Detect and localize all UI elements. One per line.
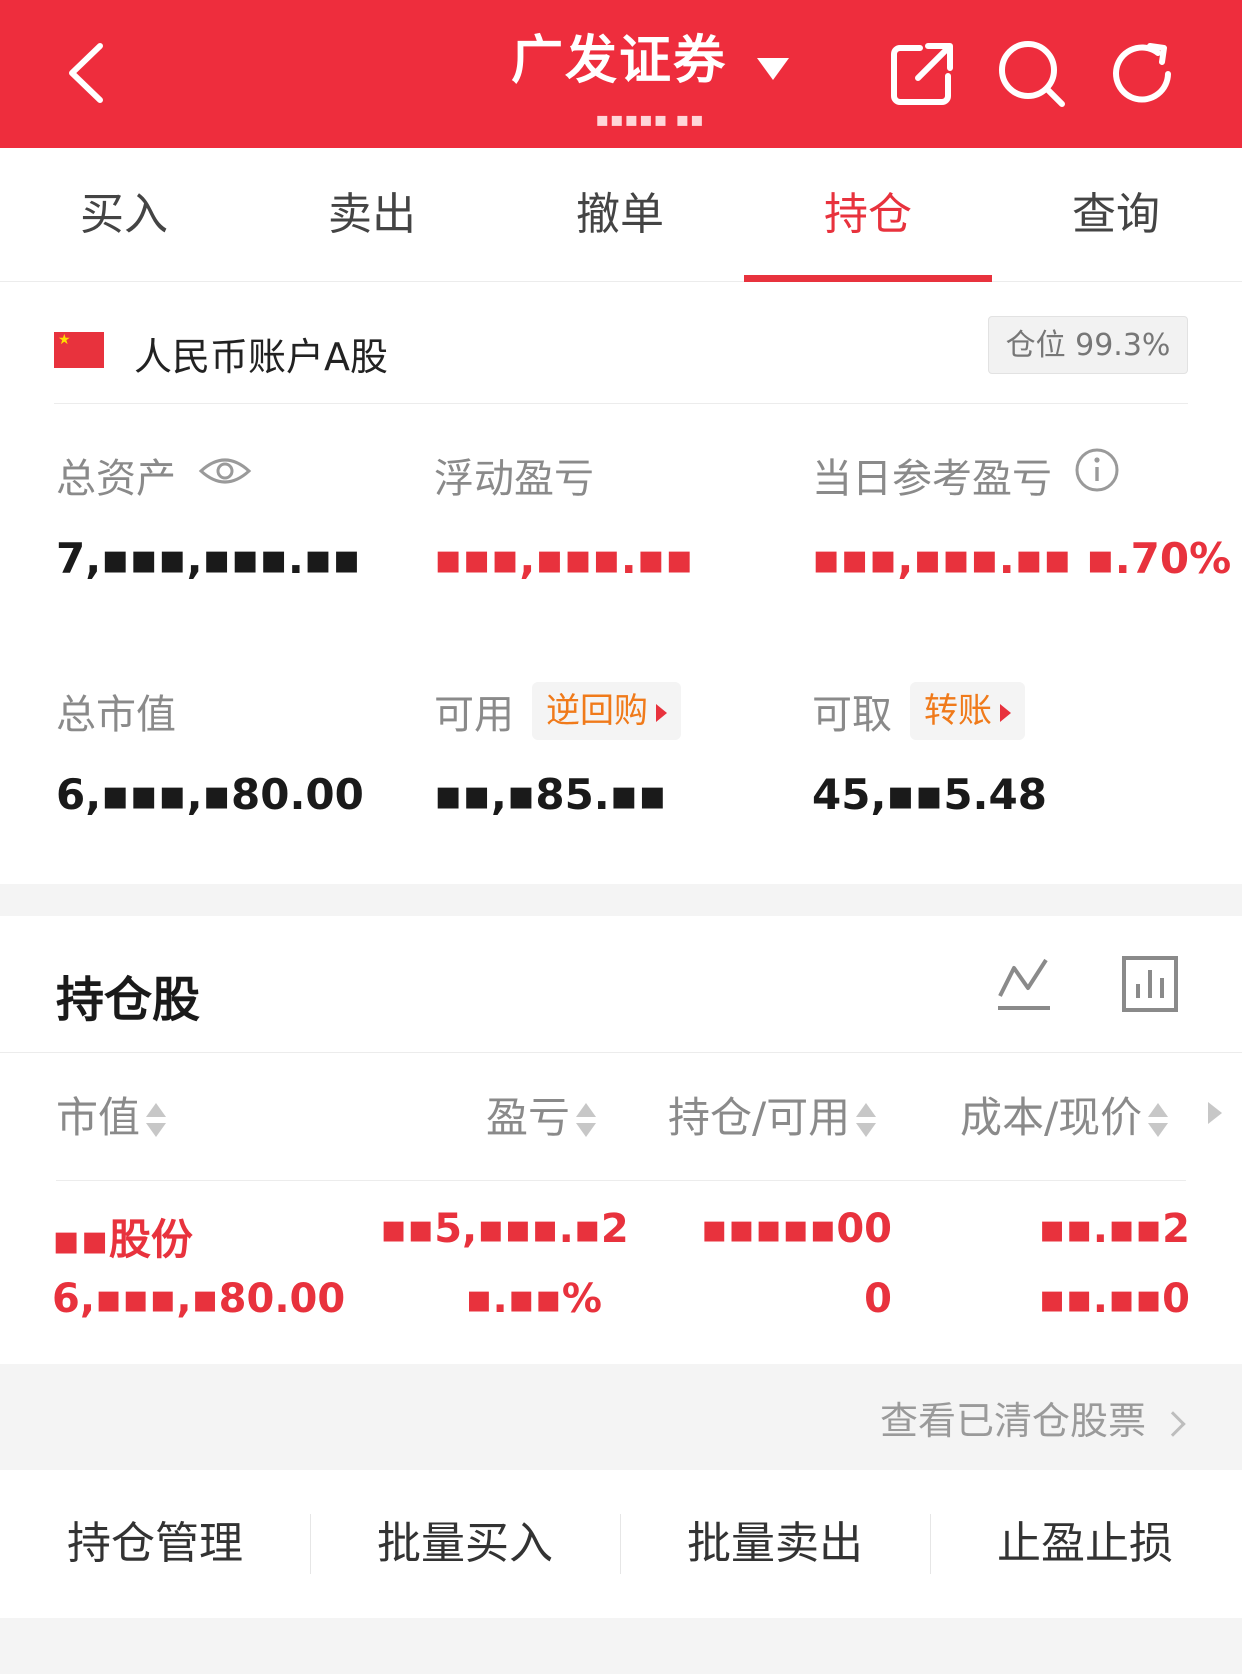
- caret-down-icon: [757, 57, 789, 80]
- sort-icon: [1148, 1101, 1169, 1141]
- trade-tabs: 买入 卖出 撤单 持仓 查询: [0, 148, 1242, 282]
- stock-price: ▪▪.▪▪0: [1038, 1276, 1190, 1322]
- eye-icon[interactable]: [198, 452, 252, 498]
- account-row: 人民币账户A股 仓位 99.3%: [54, 308, 1188, 404]
- floating-pl-label: 浮动盈亏: [434, 456, 594, 502]
- play-arrow-icon: [1000, 703, 1011, 722]
- app-header: 广发证券 ▪▪▪▪▪ ▪▪: [0, 0, 1242, 148]
- chevron-right-icon: [1160, 1410, 1186, 1437]
- holdings-card: 持仓股 市值 盈亏 持仓/可用 成本/现价 ▪▪股份 6,▪▪▪,▪80.00 …: [0, 916, 1242, 1364]
- batch-sell-button[interactable]: 批量卖出: [620, 1470, 930, 1618]
- divider: [0, 1052, 1242, 1053]
- bar-chart-icon[interactable]: [1120, 954, 1180, 1014]
- column-cost-price[interactable]: 成本/现价: [960, 1084, 1169, 1145]
- stock-cost: ▪▪.▪▪2: [1038, 1206, 1190, 1252]
- position-ratio-badge: 仓位 99.3%: [988, 316, 1188, 374]
- withdrawable-value: 45,▪▪5.48: [812, 770, 1047, 819]
- stock-available: 0: [864, 1276, 892, 1322]
- market-value-value: 6,▪▪▪,▪80.00: [56, 770, 364, 819]
- view-cleared-stocks-link[interactable]: 查看已清仓股票: [880, 1390, 1186, 1445]
- search-icon[interactable]: [996, 38, 1068, 110]
- broker-switcher[interactable]: 广发证券 ▪▪▪▪▪ ▪▪: [480, 18, 820, 131]
- daily-pl-stat: 当日参考盈亏 ▪▪▪,▪▪▪.▪▪ ▪.70%: [812, 446, 1231, 583]
- batch-buy-button[interactable]: 批量买入: [310, 1470, 620, 1618]
- sort-icon: [576, 1101, 597, 1141]
- column-market-value[interactable]: 市值: [56, 1084, 167, 1145]
- china-flag-icon: [54, 332, 104, 368]
- more-columns-icon[interactable]: [1208, 1102, 1222, 1124]
- floating-pl-stat: 浮动盈亏 ▪▪▪,▪▪▪.▪▪: [434, 446, 694, 583]
- stock-pl: ▪▪5,▪▪▪.▪2: [380, 1206, 629, 1252]
- tab-buy[interactable]: 买入: [0, 148, 248, 282]
- daily-pl-value: ▪▪▪,▪▪▪.▪▪ ▪.70%: [812, 534, 1232, 583]
- tab-query[interactable]: 查询: [992, 148, 1240, 282]
- account-name: 人民币账户A股: [134, 335, 388, 379]
- total-assets-value: 7,▪▪▪,▪▪▪.▪▪: [56, 534, 361, 583]
- column-position[interactable]: 持仓/可用: [668, 1084, 877, 1145]
- available-value: ▪▪,▪85.▪▪: [434, 770, 667, 819]
- broker-title: 广发证券: [510, 31, 727, 91]
- daily-pl-label: 当日参考盈亏: [812, 446, 1231, 504]
- account-panel: 人民币账户A股 仓位 99.3% 总资产 7,▪▪▪,▪▪▪.▪▪ 浮动盈亏 ▪…: [0, 282, 1242, 884]
- tab-sell[interactable]: 卖出: [248, 148, 496, 282]
- market-value-label: 总市值: [56, 692, 176, 738]
- take-profit-stop-loss-button[interactable]: 止盈止损: [930, 1470, 1240, 1618]
- bottom-action-bar: 持仓管理 批量买入 批量卖出 止盈止损: [0, 1470, 1242, 1618]
- table-row[interactable]: ▪▪股份 6,▪▪▪,▪80.00 ▪▪5,▪▪▪.▪2 ▪.▪▪% ▪▪▪▪▪…: [0, 1180, 1242, 1364]
- total-assets-label: 总资产: [56, 446, 361, 504]
- account-number: ▪▪▪▪▪ ▪▪: [595, 107, 705, 131]
- stock-pl-pct: ▪.▪▪%: [465, 1276, 602, 1322]
- stock-name: ▪▪股份: [52, 1215, 193, 1264]
- market-value-stat: 总市值 6,▪▪▪,▪80.00: [56, 682, 364, 819]
- holdings-title: 持仓股: [56, 972, 201, 1028]
- stock-position: ▪▪▪▪▪00: [700, 1206, 892, 1252]
- floating-pl-value: ▪▪▪,▪▪▪.▪▪: [434, 534, 694, 583]
- position-management-button[interactable]: 持仓管理: [0, 1470, 310, 1618]
- stock-market-value: 6,▪▪▪,▪80.00: [52, 1276, 346, 1322]
- cleared-section: 查看已清仓股票: [0, 1364, 1242, 1470]
- info-icon[interactable]: [1074, 447, 1120, 503]
- available-stat: 可用 逆回购 ▪▪,▪85.▪▪: [434, 682, 681, 819]
- share-icon[interactable]: [886, 38, 958, 110]
- available-label: 可用 逆回购: [434, 682, 681, 740]
- trend-chart-icon[interactable]: [994, 954, 1054, 1014]
- withdrawable-label: 可取 转账: [812, 682, 1047, 740]
- sort-icon: [856, 1101, 877, 1141]
- withdrawable-stat: 可取 转账 45,▪▪5.48: [812, 682, 1047, 819]
- column-pl[interactable]: 盈亏: [486, 1084, 597, 1145]
- reverse-repo-button[interactable]: 逆回购: [532, 682, 681, 740]
- tab-cancel[interactable]: 撤单: [496, 148, 744, 282]
- total-assets-stat: 总资产 7,▪▪▪,▪▪▪.▪▪: [56, 446, 361, 583]
- play-arrow-icon: [656, 703, 667, 722]
- bottom-strip: [0, 1618, 1242, 1674]
- tab-holdings[interactable]: 持仓: [744, 148, 992, 282]
- sort-icon: [146, 1101, 167, 1141]
- refresh-icon[interactable]: [1108, 38, 1180, 110]
- transfer-button[interactable]: 转账: [910, 682, 1025, 740]
- back-icon[interactable]: [60, 38, 120, 108]
